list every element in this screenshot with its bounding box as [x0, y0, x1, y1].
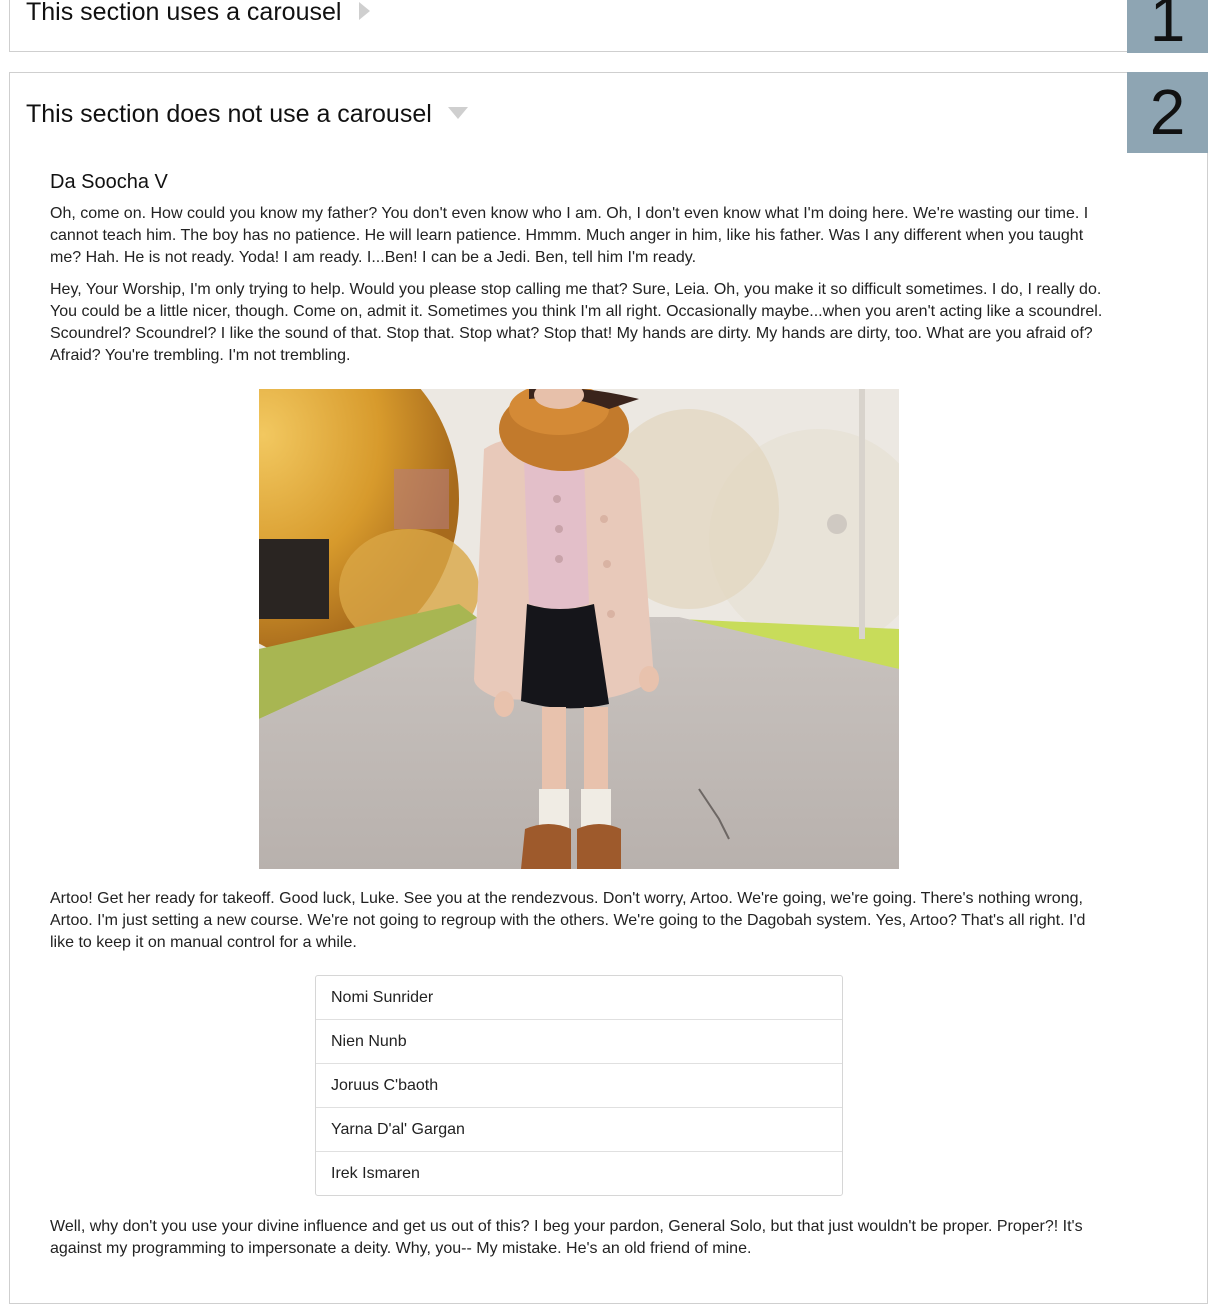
section-no-carousel: This section does not use a carousel 2 D… [9, 72, 1208, 1304]
section-carousel: This section uses a carousel 1 [9, 0, 1208, 53]
list-item[interactable]: Irek Ismaren [316, 1151, 842, 1195]
list-item[interactable]: Nomi Sunrider [316, 976, 842, 1019]
paragraph: Well, why don't you use your divine infl… [50, 1218, 1083, 1257]
content-heading: Da Soocha V [50, 171, 168, 193]
fashion-photo [259, 389, 899, 869]
section-number-badge: 2 [1127, 72, 1208, 153]
paragraph: Hey, Your Worship, I'm only trying to he… [50, 281, 1103, 364]
section-2-toggle[interactable]: This section does not use a carousel [26, 100, 468, 129]
list-item[interactable]: Joruus C'baoth [316, 1063, 842, 1107]
section-1-title: This section uses a carousel [26, 0, 342, 26]
collapse-arrow-icon [447, 107, 468, 120]
list-item[interactable]: Yarna D'al' Gargan [316, 1107, 842, 1151]
list-item[interactable]: Nien Nunb [316, 1019, 842, 1063]
expand-arrow-icon [359, 2, 371, 21]
character-list: Nomi Sunrider Nien Nunb Joruus C'baoth Y… [315, 975, 843, 1196]
section-content: Da Soocha V Oh, come on. How could you k… [50, 169, 1110, 1270]
section-2-title: This section does not use a carousel [26, 100, 432, 128]
paragraph: Artoo! Get her ready for takeoff. Good l… [50, 890, 1086, 951]
paragraph: Oh, come on. How could you know my fathe… [50, 205, 1089, 266]
section-number-badge: 1 [1127, 0, 1208, 53]
section-1-toggle[interactable]: This section uses a carousel [26, 0, 371, 27]
